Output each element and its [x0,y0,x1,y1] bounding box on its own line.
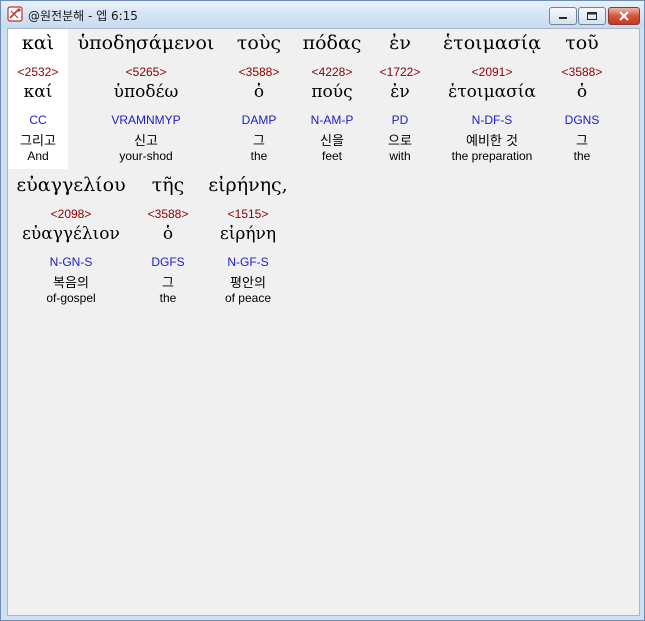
lemma: πούς [311,82,353,102]
interlinear-word[interactable]: καὶ <2532> καί CC 그리고 And [8,29,68,169]
minimize-button[interactable] [549,7,577,25]
lemma: ἐν [390,82,410,102]
korean-gloss: 그 [162,276,174,291]
parse-code: DAMP [241,113,277,127]
strong-number[interactable]: <2532> [8,65,68,79]
greek-word: καὶ [21,32,55,54]
maximize-button[interactable] [578,7,606,25]
interlinear-panel: καὶ <2532> καί CC 그리고 And ὑποδησάμενοι <… [7,28,640,616]
english-gloss: with [389,149,411,163]
interlinear-word[interactable]: ὑποδησάμενοι <5265> ὑποδέω VRAMNMYP 신고 y… [68,29,224,169]
close-button[interactable] [608,7,640,25]
lemma: εἰρήνη [219,224,277,244]
parse-code: N-GN-S [49,255,93,269]
greek-word: ἑτοιμασίᾳ [442,32,542,54]
greek-word: εἰρήνης, [208,174,288,196]
lemma: ὁ [162,224,174,244]
english-gloss: your-shod [119,149,173,163]
strong-number[interactable]: <1515> [204,207,292,221]
english-gloss: the [250,149,268,163]
korean-gloss: 신을 [320,134,344,149]
lemma: καί [23,82,53,102]
korean-gloss: 그 [253,134,265,149]
parse-code: DGNS [564,113,600,127]
maximize-icon [587,12,597,20]
korean-gloss: 평안의 [230,276,266,291]
interlinear-word[interactable]: ἑτοιμασίᾳ <2091> ἑτοιμασία N-DF-S 예비한 것 … [430,29,554,169]
korean-gloss: 신고 [134,134,158,149]
greek-word: τοὺς [236,32,282,54]
parse-code: N-AM-P [310,113,354,127]
english-gloss: And [27,149,49,163]
interlinear-word[interactable]: εἰρήνης, <1515> εἰρήνη N-GF-S 평안의 of pea… [204,171,292,311]
interlinear-word[interactable]: τοὺς <3588> ὁ DAMP 그 the [224,29,294,169]
parse-code: N-GF-S [227,255,269,269]
english-gloss: feet [321,149,342,163]
lemma: ὑποδέω [113,82,179,102]
lemma: εὐαγγέλιον [22,224,120,244]
strong-number[interactable]: <4228> [294,65,370,79]
window-title: @원전분해 - 엡 6:15 [28,9,138,23]
app-logo-icon [7,6,23,22]
korean-gloss: 으로 [388,134,412,149]
strong-number[interactable]: <1722> [370,65,430,79]
parse-code: VRAMNMYP [111,113,181,127]
strong-number[interactable]: <2091> [430,65,554,79]
interlinear-word[interactable]: εὐαγγελίου <2098> εὐαγγέλιον N-GN-S 복음의 … [10,171,132,311]
english-gloss: the [573,149,591,163]
parse-code: PD [391,113,409,127]
english-gloss: the preparation [451,149,533,163]
close-icon [619,11,629,21]
english-gloss: of-gospel [46,291,96,305]
strong-number[interactable]: <2098> [10,207,132,221]
lemma: ὁ [576,82,588,102]
greek-word: ὑποδησάμενοι [77,32,215,54]
interlinear-word[interactable]: τοῦ <3588> ὁ DGNS 그 the [554,29,610,169]
interlinear-word[interactable]: πόδας <4228> πούς N-AM-P 신을 feet [294,29,370,169]
korean-gloss: 그 [576,134,588,149]
minimize-icon [559,17,567,19]
greek-word: εὐαγγελίου [16,174,126,196]
lemma: ὁ [253,82,265,102]
app-window: @원전분해 - 엡 6:15 καὶ <2532> καί CC 그리고 And… [0,0,645,621]
korean-gloss: 복음의 [53,276,89,291]
korean-gloss: 그리고 [20,134,56,149]
strong-number[interactable]: <5265> [68,65,224,79]
title-bar[interactable]: @원전분해 - 엡 6:15 [1,1,644,28]
parse-code: DGFS [151,255,185,269]
greek-word: τοῦ [565,32,599,54]
strong-number[interactable]: <3588> [132,207,204,221]
interlinear-word[interactable]: τῆς <3588> ὁ DGFS 그 the [132,171,204,311]
english-gloss: the [159,291,177,305]
english-gloss: of peace [224,291,272,305]
interlinear-word[interactable]: ἐν <1722> ἐν PD 으로 with [370,29,430,169]
parse-code: N-DF-S [471,113,513,127]
greek-word: ἐν [389,32,411,54]
korean-gloss: 예비한 것 [466,134,518,149]
greek-word: πόδας [302,32,362,54]
greek-word: τῆς [151,174,185,196]
parse-code: CC [29,113,47,127]
lemma: ἑτοιμασία [448,82,536,102]
strong-number[interactable]: <3588> [554,65,610,79]
strong-number[interactable]: <3588> [224,65,294,79]
